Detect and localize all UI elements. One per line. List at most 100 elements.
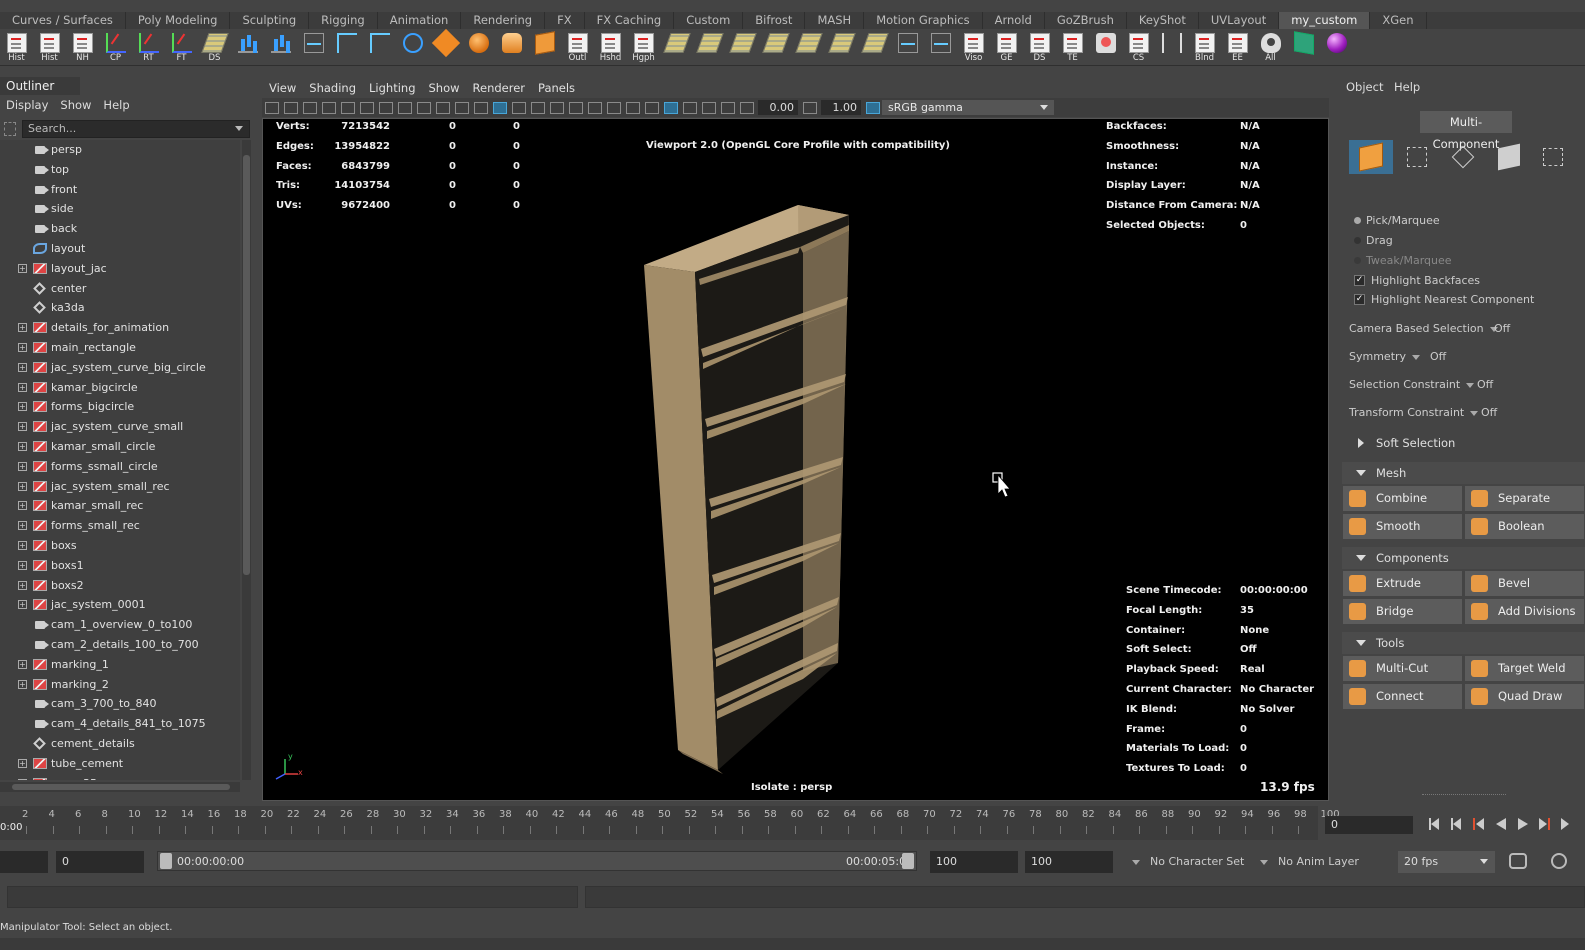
bevel-button[interactable]: Bevel <box>1465 571 1584 596</box>
shelf-button-cp[interactable]: CP <box>99 30 132 66</box>
viewport-3d[interactable]: Viewport 2.0 (OpenGL Core Profile with c… <box>262 118 1329 801</box>
safe-action-icon[interactable] <box>436 101 450 114</box>
bookmarks-icon[interactable] <box>303 101 317 114</box>
shelf-tab-bifrost[interactable]: Bifrost <box>743 12 806 29</box>
shelf-button-16[interactable] <box>528 30 561 66</box>
shelf-tab-keyshot[interactable]: KeyShot <box>1127 12 1199 29</box>
expand-icon[interactable]: + <box>18 441 27 451</box>
shelf-tab-custom[interactable]: Custom <box>674 12 744 29</box>
go-to-start-button[interactable] <box>1428 817 1442 831</box>
uv-mode-button[interactable] <box>1533 140 1577 174</box>
outliner-item-jac-system-0001[interactable]: + jac_system_0001 <box>0 595 240 615</box>
shelf-button-24[interactable] <box>792 30 825 66</box>
shelf-button-35[interactable] <box>1155 30 1188 66</box>
expand-icon[interactable]: + <box>18 481 27 491</box>
shelf-tab-curves-surfaces[interactable]: Curves / Surfaces <box>0 12 126 29</box>
expand-icon[interactable]: + <box>18 382 27 392</box>
shelf-tab-uvlayout[interactable]: UVLayout <box>1199 12 1280 29</box>
shelf-button-23[interactable] <box>759 30 792 66</box>
shelf-button-outl[interactable]: Outl <box>561 30 594 66</box>
expand-icon[interactable]: + <box>18 521 27 531</box>
symmetry-dropdown[interactable]: Symmetry <box>1349 350 1421 363</box>
shelf-tab-rendering[interactable]: Rendering <box>461 12 546 29</box>
viewport-menu-shading[interactable]: Shading <box>302 81 362 95</box>
viewport-menu-show[interactable]: Show <box>422 81 466 95</box>
panel-resize-handle[interactable] <box>1422 794 1506 797</box>
field-chart-icon[interactable] <box>417 101 431 114</box>
shelf-button-39[interactable] <box>1287 30 1320 66</box>
shelf-button-27[interactable] <box>891 30 924 66</box>
viewport-menu-panels[interactable]: Panels <box>531 81 581 95</box>
grid-toggle-icon[interactable] <box>341 101 355 114</box>
expand-icon[interactable]: + <box>18 560 27 570</box>
outliner-menu-display[interactable]: Display <box>0 96 54 114</box>
outliner-item-forms-ssmall-circle[interactable]: + forms_ssmall_circle <box>0 457 240 477</box>
fps-dropdown[interactable]: 20 fps <box>1398 851 1495 873</box>
depth-of-field-icon[interactable] <box>645 101 659 114</box>
bridge-button[interactable]: Bridge <box>1343 599 1462 624</box>
textured-icon[interactable] <box>531 101 545 114</box>
object-mode-button[interactable] <box>1349 140 1393 174</box>
gamma-icon[interactable] <box>803 101 817 114</box>
components-section[interactable]: Components <box>1342 547 1585 569</box>
shelf-button-te[interactable]: TE <box>1056 30 1089 66</box>
expand-icon[interactable]: + <box>18 323 27 333</box>
shelf-button-33[interactable] <box>1089 30 1122 66</box>
multi-component-button[interactable]: Multi-Component <box>1420 111 1512 151</box>
playback-end-field[interactable]: 100 <box>930 851 1018 873</box>
ambient-occlusion-icon[interactable] <box>588 101 602 114</box>
mesh-section[interactable]: Mesh <box>1342 462 1585 484</box>
outliner-item-boxs[interactable]: + boxs <box>0 536 240 556</box>
expand-icon[interactable]: + <box>18 263 27 273</box>
smooth-button[interactable]: Smooth <box>1343 514 1462 539</box>
outliner-item-forms-small-rec[interactable]: + forms_small_rec <box>0 516 240 536</box>
shelf-button-9[interactable] <box>297 30 330 66</box>
outliner-item-cement-details[interactable]: cement_details <box>0 734 240 754</box>
wireframe-icon[interactable] <box>474 101 488 114</box>
outliner-item-cam-2-details-100-to-700[interactable]: cam_2_details_100_to_700 <box>0 635 240 655</box>
shelf-button-13[interactable] <box>429 28 462 66</box>
shelf-button-ge[interactable]: GE <box>990 30 1023 66</box>
outliner-item-back[interactable]: back <box>0 219 240 239</box>
outliner-item-jac-system-curve-small[interactable]: + jac_system_curve_small <box>0 417 240 437</box>
shelf-tab-animation[interactable]: Animation <box>378 12 462 29</box>
outliner-item-jac-system-small-rec[interactable]: + jac_system_small_rec <box>0 477 240 497</box>
bookshelf-mesh[interactable] <box>644 205 849 774</box>
step-forward-frame-button[interactable] <box>1538 817 1552 831</box>
tweak-marquee-radio[interactable] <box>1354 257 1361 264</box>
outliner-item-kamar-bigcircle[interactable]: + kamar_bigcircle <box>0 378 240 398</box>
shelf-tab-xgen[interactable]: XGen <box>1370 12 1427 29</box>
shelf-button-7[interactable] <box>231 30 264 66</box>
shelf-button-hshd[interactable]: Hshd <box>594 30 627 66</box>
expand-icon[interactable]: + <box>18 758 27 768</box>
resolution-gate-icon[interactable] <box>379 101 393 114</box>
play-backwards-button[interactable] <box>1494 817 1508 831</box>
target-weld-button[interactable]: Target Weld <box>1465 656 1584 681</box>
step-back-key-button[interactable] <box>1450 817 1464 831</box>
shelf-button-8[interactable] <box>264 30 297 66</box>
expand-icon[interactable]: + <box>18 501 27 511</box>
outliner-item-layout-jac[interactable]: + layout_jac <box>0 259 240 279</box>
shadows-icon[interactable] <box>569 101 583 114</box>
outliner-item-cam-4-details-841-to-1075[interactable]: cam_4_details_841_to_1075 <box>0 714 240 734</box>
expand-icon[interactable]: + <box>18 461 27 471</box>
shelf-button-26[interactable] <box>858 30 891 66</box>
shelf-tab-mash[interactable]: MASH <box>805 12 865 29</box>
outliner-menu-show[interactable]: Show <box>54 96 97 114</box>
shelf-tab-gozbrush[interactable]: GoZBrush <box>1045 12 1127 29</box>
outliner-search-input[interactable]: Search... <box>22 120 250 138</box>
expand-icon[interactable]: + <box>18 600 27 610</box>
viewport-menu-view[interactable]: View <box>262 81 302 95</box>
playback-start-field[interactable]: 0 <box>56 851 144 873</box>
vertex-mode-button[interactable] <box>1395 140 1439 174</box>
lights-icon[interactable] <box>550 101 564 114</box>
current-frame-field[interactable]: 0 <box>1325 816 1413 834</box>
combine-button[interactable]: Combine <box>1343 486 1462 511</box>
separate-button[interactable]: Separate <box>1465 486 1584 511</box>
step-forward-key-button[interactable] <box>1560 817 1574 831</box>
toolkit-menu-help[interactable]: Help <box>1394 80 1420 94</box>
shelf-button-ds[interactable]: DS <box>198 30 231 66</box>
xray-icon[interactable] <box>683 101 697 114</box>
shelf-tab-motion-graphics[interactable]: Motion Graphics <box>864 12 983 29</box>
shelf-button-10[interactable] <box>330 30 363 66</box>
